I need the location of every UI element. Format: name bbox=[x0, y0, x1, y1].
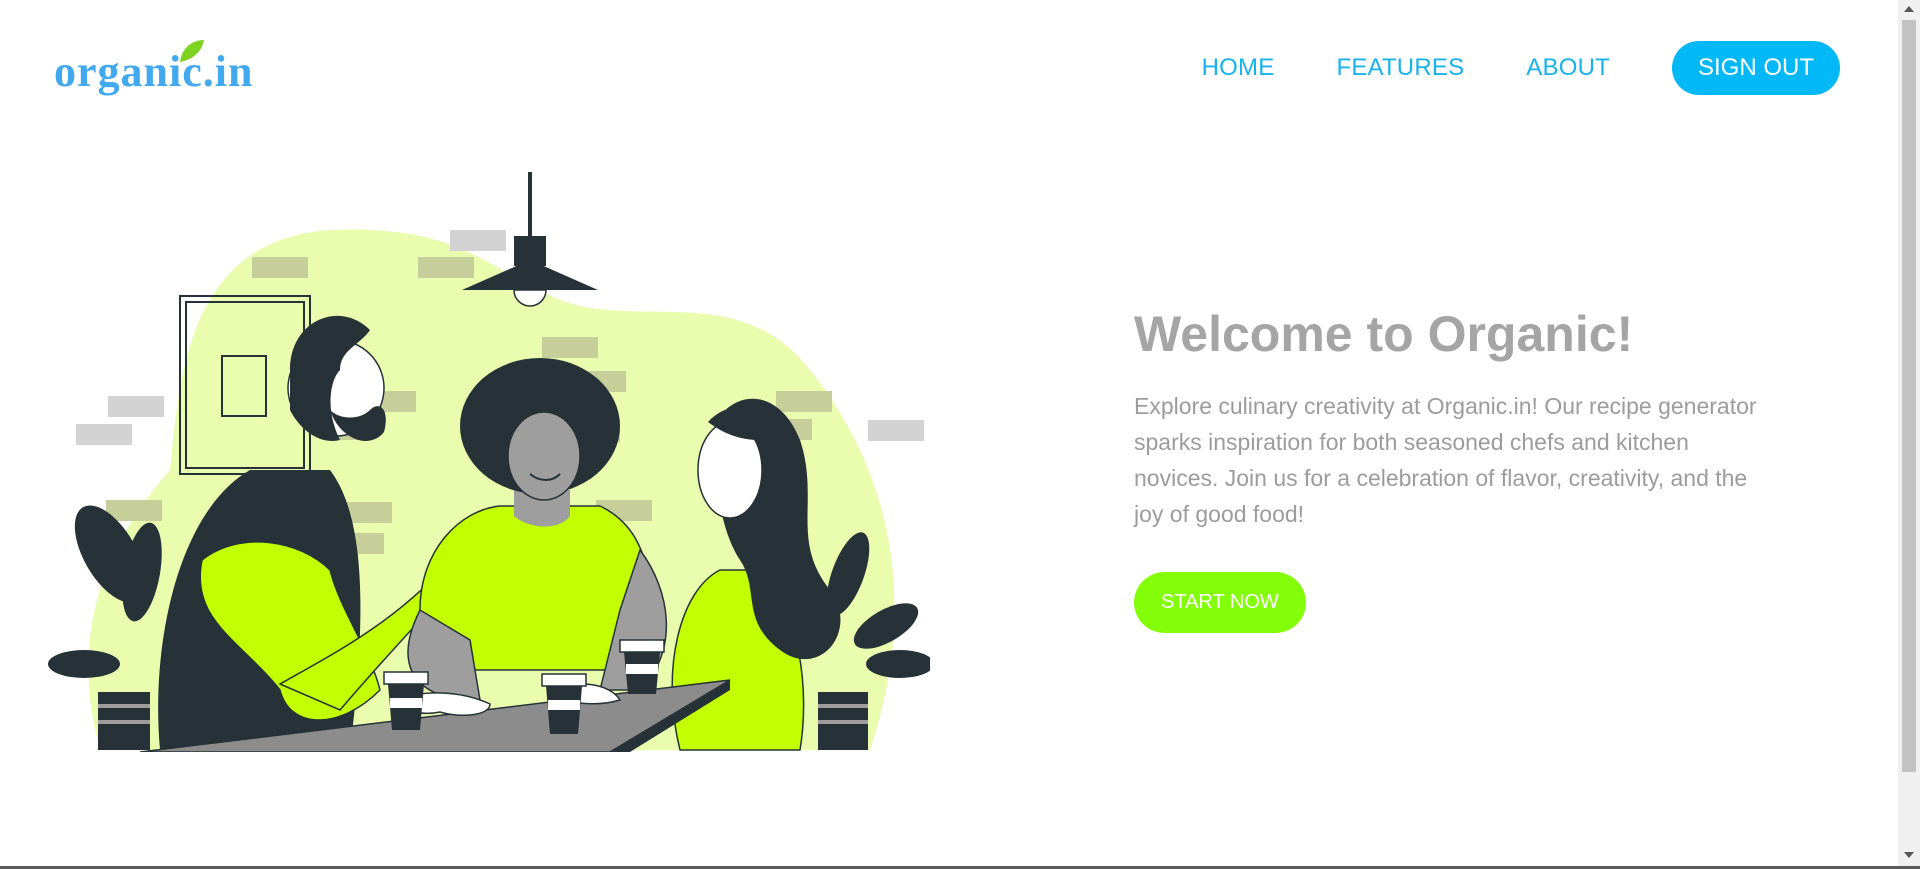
main-nav: HOME FEATURES ABOUT SIGN OUT bbox=[1202, 41, 1840, 95]
nav-features-link[interactable]: FEATURES bbox=[1336, 54, 1464, 82]
landing-page: organic.in HOME FEATURES ABOUT SIGN OUT bbox=[0, 0, 1898, 866]
hero-title: Welcome to Organic! bbox=[1134, 306, 1634, 362]
nav-about-link[interactable]: ABOUT bbox=[1526, 54, 1610, 82]
hero-description: Explore culinary creativity at Organic.i… bbox=[1134, 393, 1757, 527]
logo-text: organic.in bbox=[54, 47, 253, 96]
start-now-button[interactable]: START NOW bbox=[1134, 572, 1306, 633]
scroll-down-arrow-icon[interactable] bbox=[1904, 852, 1914, 858]
scroll-up-arrow-icon[interactable] bbox=[1904, 6, 1914, 12]
hero-content: Welcome to Organic! Explore culinary cre… bbox=[1134, 306, 1764, 633]
nav-home-link[interactable]: HOME bbox=[1202, 54, 1275, 82]
scrollbar-thumb[interactable] bbox=[1902, 20, 1916, 772]
sign-out-button[interactable]: SIGN OUT bbox=[1671, 41, 1840, 95]
brand-logo[interactable]: organic.in bbox=[52, 36, 262, 96]
hero-illustration bbox=[40, 170, 934, 753]
vertical-scrollbar[interactable] bbox=[1898, 0, 1920, 866]
logo-wordmark: organic.in bbox=[54, 40, 253, 96]
friends-at-cafe-illustration bbox=[48, 172, 934, 753]
